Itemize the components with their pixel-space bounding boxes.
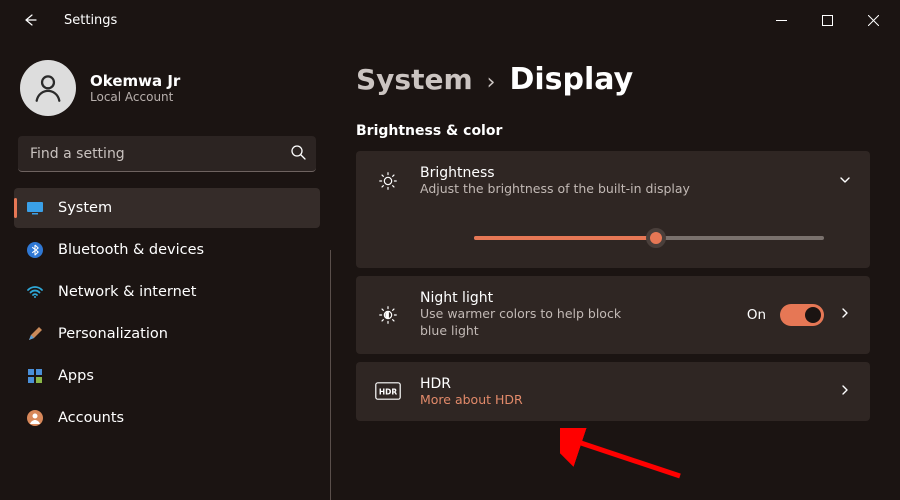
chevron-right-icon[interactable] <box>838 305 852 324</box>
night-light-state-label: On <box>747 307 766 323</box>
minimize-icon <box>776 15 787 26</box>
nav-list: System Bluetooth & devices Network & int… <box>14 188 320 438</box>
account-icon <box>26 409 44 427</box>
titlebar: Settings <box>0 0 900 40</box>
sidebar-item-label: Bluetooth & devices <box>58 242 204 258</box>
close-icon <box>868 15 879 26</box>
night-light-toggle[interactable] <box>780 304 824 326</box>
brush-icon <box>26 325 44 343</box>
search-input[interactable] <box>18 136 316 172</box>
breadcrumb-parent[interactable]: System <box>356 63 473 96</box>
wifi-icon <box>26 283 44 301</box>
vertical-divider <box>330 250 331 500</box>
sidebar-item-accounts[interactable]: Accounts <box>14 398 320 438</box>
person-icon <box>31 71 65 105</box>
bluetooth-icon <box>26 241 44 259</box>
sidebar-item-system[interactable]: System <box>14 188 320 228</box>
brightness-card[interactable]: Brightness Adjust the brightness of the … <box>356 151 870 268</box>
breadcrumb-current: Display <box>509 62 633 97</box>
search-icon <box>290 144 306 164</box>
user-name: Okemwa Jr <box>90 72 180 90</box>
chevron-down-icon[interactable] <box>838 172 852 191</box>
brightness-desc: Adjust the brightness of the built-in di… <box>420 181 820 198</box>
sidebar-item-network[interactable]: Network & internet <box>14 272 320 312</box>
apps-icon <box>26 367 44 385</box>
window-title: Settings <box>64 13 117 28</box>
user-account-type: Local Account <box>90 90 180 104</box>
sidebar-item-bluetooth[interactable]: Bluetooth & devices <box>14 230 320 270</box>
maximize-icon <box>822 15 833 26</box>
search-container <box>18 136 316 172</box>
avatar <box>20 60 76 116</box>
sidebar-item-label: Apps <box>58 368 94 384</box>
sidebar-item-label: System <box>58 200 112 216</box>
svg-text:HDR: HDR <box>379 388 398 397</box>
back-button[interactable] <box>16 6 44 34</box>
chevron-right-icon: › <box>487 70 496 95</box>
breadcrumb: System › Display <box>356 62 870 97</box>
monitor-icon <box>26 199 44 217</box>
arrow-left-icon <box>22 12 38 28</box>
night-light-card[interactable]: Night light Use warmer colors to help bl… <box>356 276 870 354</box>
sidebar-item-personalization[interactable]: Personalization <box>14 314 320 354</box>
sun-icon <box>374 170 402 192</box>
hdr-card[interactable]: HDR HDR More about HDR <box>356 362 870 421</box>
brightness-slider[interactable] <box>474 230 824 246</box>
section-heading: Brightness & color <box>356 123 870 139</box>
night-light-title: Night light <box>420 290 729 306</box>
hdr-more-link[interactable]: More about HDR <box>420 392 820 407</box>
minimize-button[interactable] <box>758 4 804 36</box>
close-button[interactable] <box>850 4 896 36</box>
chevron-right-icon[interactable] <box>838 382 852 401</box>
sidebar-item-label: Network & internet <box>58 284 196 300</box>
hdr-icon: HDR <box>374 382 402 400</box>
main-content: System › Display Brightness & color Brig… <box>330 40 900 500</box>
sidebar-item-label: Accounts <box>58 410 124 426</box>
hdr-title: HDR <box>420 376 820 392</box>
night-light-desc: Use warmer colors to help block blue lig… <box>420 306 640 340</box>
night-light-icon <box>374 304 402 326</box>
sidebar-item-label: Personalization <box>58 326 168 342</box>
profile-block[interactable]: Okemwa Jr Local Account <box>20 60 320 116</box>
brightness-title: Brightness <box>420 165 820 181</box>
maximize-button[interactable] <box>804 4 850 36</box>
sidebar-item-apps[interactable]: Apps <box>14 356 320 396</box>
sidebar: Okemwa Jr Local Account System Bluetoo <box>0 40 330 500</box>
